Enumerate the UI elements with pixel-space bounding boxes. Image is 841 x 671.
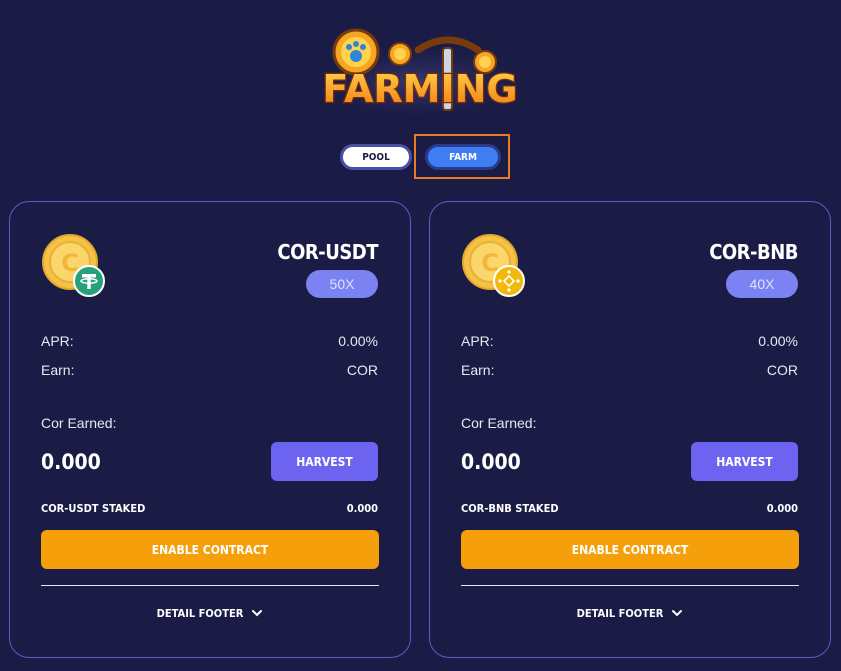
cor-bnb-token-icon: C — [461, 233, 527, 299]
harvest-button[interactable]: HARVEST — [271, 442, 378, 481]
detail-footer-toggle[interactable]: DETAIL FOOTER — [41, 602, 379, 624]
pair-name: COR-USDT — [277, 240, 378, 264]
detail-footer-toggle[interactable]: DETAIL FOOTER — [461, 602, 799, 624]
apr-value: 0.00% — [338, 333, 378, 349]
apr-label: APR: — [41, 333, 74, 349]
earned-label: Cor Earned: — [461, 415, 537, 431]
apr-value: 0.00% — [758, 333, 798, 349]
staked-label: COR-BNB STAKED — [461, 502, 559, 515]
harvest-button[interactable]: HARVEST — [691, 442, 798, 481]
enable-contract-button[interactable]: ENABLE CONTRACT — [461, 530, 799, 569]
bnb-icon — [493, 265, 525, 297]
farming-logo: FARMING — [300, 20, 540, 120]
apr-label: APR: — [461, 333, 494, 349]
divider — [41, 585, 379, 586]
divider — [461, 585, 799, 586]
earn-label: Earn: — [41, 362, 75, 378]
chevron-down-icon — [252, 610, 263, 617]
staked-value: 0.000 — [766, 502, 798, 515]
tab-farm[interactable]: FARM — [425, 144, 501, 170]
tether-icon — [73, 265, 105, 297]
tab-pool[interactable]: POOL — [340, 144, 412, 170]
multiplier-badge: 40X — [726, 270, 798, 298]
detail-footer-label: DETAIL FOOTER — [576, 606, 664, 620]
pair-name: COR-BNB — [709, 240, 798, 264]
multiplier-badge: 50X — [306, 270, 378, 298]
staked-value: 0.000 — [346, 502, 378, 515]
earned-amount: 0.000 — [41, 450, 101, 474]
earn-value: COR — [346, 362, 378, 378]
earned-amount: 0.000 — [461, 450, 521, 474]
earned-label: Cor Earned: — [41, 415, 117, 431]
earn-value: COR — [766, 362, 798, 378]
logo-text: FARMING — [322, 67, 517, 111]
chevron-down-icon — [672, 610, 683, 617]
farm-card-cor-bnb: C COR-BNB 40X APR: 0.00% Earn: COR Cor E… — [429, 201, 831, 658]
earn-label: Earn: — [461, 362, 495, 378]
staked-label: COR-USDT STAKED — [41, 502, 146, 515]
cor-usdt-token-icon: C — [41, 233, 107, 299]
farm-card-cor-usdt: C COR-USDT 50X APR: 0.00% Earn: COR Cor … — [9, 201, 411, 658]
detail-footer-label: DETAIL FOOTER — [156, 606, 244, 620]
enable-contract-button[interactable]: ENABLE CONTRACT — [41, 530, 379, 569]
